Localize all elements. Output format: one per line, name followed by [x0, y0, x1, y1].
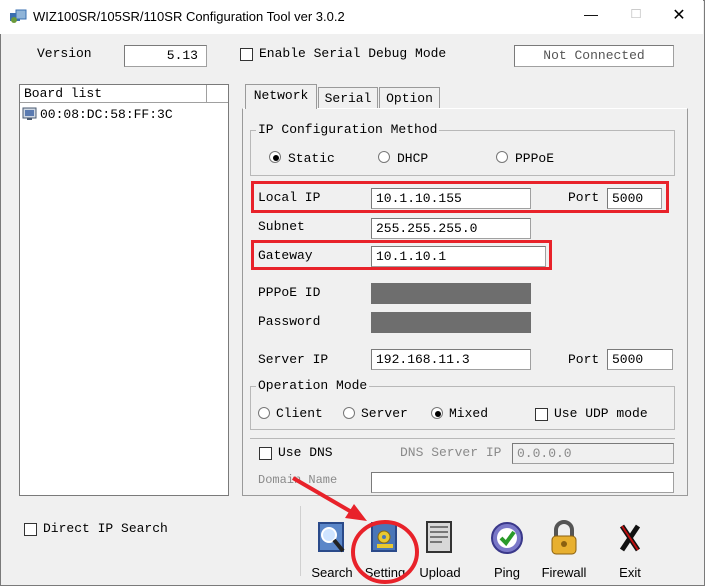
highlight-annotation — [291, 476, 419, 584]
arrowhead-icon — [345, 504, 367, 521]
setting-circle — [351, 520, 419, 584]
arrow-icon — [291, 476, 357, 516]
tab-network[interactable]: Network — [245, 84, 317, 109]
